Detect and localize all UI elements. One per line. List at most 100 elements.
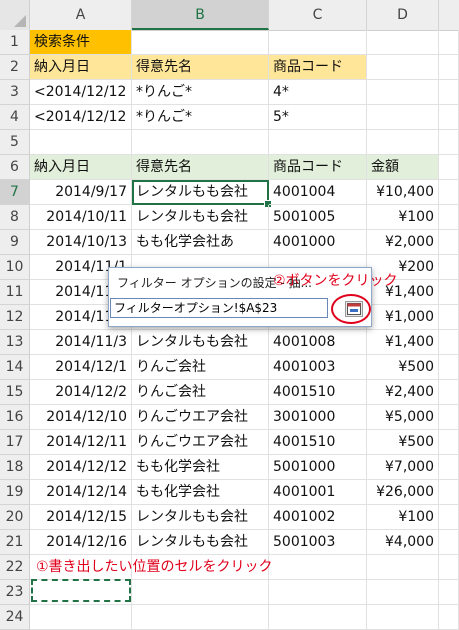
cell-d6[interactable]: 金額 <box>367 155 439 180</box>
cell-c20[interactable]: 4001002 <box>269 505 367 530</box>
cell-b4[interactable]: *りんご* <box>132 105 269 130</box>
cell-b24[interactable] <box>132 605 269 630</box>
cell-a17[interactable]: 2014/12/11 <box>30 430 132 455</box>
cell-d8[interactable]: ¥100 <box>367 205 439 230</box>
cell-b17[interactable]: りんごウエア会社 <box>132 430 269 455</box>
cell-a21[interactable]: 2014/12/16 <box>30 530 132 555</box>
cell-a8[interactable]: 2014/10/11 <box>30 205 132 230</box>
cell-e16[interactable] <box>439 405 459 430</box>
cell-d1[interactable] <box>367 30 439 55</box>
cell-a16[interactable]: 2014/12/10 <box>30 405 132 430</box>
cell-c4[interactable]: 5* <box>269 105 367 130</box>
column-header-a[interactable]: A <box>30 0 132 30</box>
cell-e23[interactable] <box>439 580 459 605</box>
cell-a6[interactable]: 納入月日 <box>30 155 132 180</box>
cell-c9[interactable]: 4001000 <box>269 230 367 255</box>
cell-b13[interactable]: レンタルもも会社 <box>132 330 269 355</box>
cell-e8[interactable] <box>439 205 459 230</box>
cell-d16[interactable]: ¥5,000 <box>367 405 439 430</box>
cell-a1[interactable]: 検索条件 <box>30 30 132 55</box>
cell-a7[interactable]: 2014/9/17 <box>30 180 132 205</box>
cell-c18[interactable]: 5001000 <box>269 455 367 480</box>
cell-a19[interactable]: 2014/12/14 <box>30 480 132 505</box>
cell-c14[interactable]: 4001003 <box>269 355 367 380</box>
cell-b21[interactable]: レンタルもも会社 <box>132 530 269 555</box>
cell-d22[interactable] <box>367 555 439 580</box>
row-header[interactable]: 10 <box>0 255 30 280</box>
cell-e5[interactable] <box>439 130 459 155</box>
cell-c3[interactable]: 4* <box>269 80 367 105</box>
row-header[interactable]: 17 <box>0 430 30 455</box>
row-header[interactable]: 19 <box>0 480 30 505</box>
cell-e3[interactable] <box>439 80 459 105</box>
cell-b18[interactable]: もも化学会社 <box>132 455 269 480</box>
cell-c1[interactable] <box>269 30 367 55</box>
cell-d19[interactable]: ¥26,000 <box>367 480 439 505</box>
cell-e24[interactable] <box>439 605 459 630</box>
cell-e2[interactable] <box>439 55 459 80</box>
row-header[interactable]: 6 <box>0 155 30 180</box>
cell-d2[interactable] <box>367 55 439 80</box>
cell-e7[interactable] <box>439 180 459 205</box>
cell-e15[interactable] <box>439 380 459 405</box>
cell-c22[interactable] <box>269 555 367 580</box>
row-header[interactable]: 2 <box>0 55 30 80</box>
cell-c8[interactable]: 5001005 <box>269 205 367 230</box>
cell-a18[interactable]: 2014/12/12 <box>30 455 132 480</box>
cell-d24[interactable] <box>367 605 439 630</box>
cell-b2[interactable]: 得意先名 <box>132 55 269 80</box>
cell-b1[interactable] <box>132 30 269 55</box>
cell-d15[interactable]: ¥2,400 <box>367 380 439 405</box>
row-header[interactable]: 12 <box>0 305 30 330</box>
cell-d9[interactable]: ¥2,000 <box>367 230 439 255</box>
cell-a4[interactable]: <2014/12/12 <box>30 105 132 130</box>
cell-b3[interactable]: *りんご* <box>132 80 269 105</box>
cell-d18[interactable]: ¥7,000 <box>367 455 439 480</box>
cell-c19[interactable]: 4001001 <box>269 480 367 505</box>
cell-a20[interactable]: 2014/12/15 <box>30 505 132 530</box>
row-header[interactable]: 20 <box>0 505 30 530</box>
cell-a13[interactable]: 2014/11/3 <box>30 330 132 355</box>
cell-c17[interactable]: 4001510 <box>269 430 367 455</box>
cell-b5[interactable] <box>132 130 269 155</box>
row-header[interactable]: 15 <box>0 380 30 405</box>
cell-d5[interactable] <box>367 130 439 155</box>
cell-b14[interactable]: りんご会社 <box>132 355 269 380</box>
cell-e19[interactable] <box>439 480 459 505</box>
row-header[interactable]: 22 <box>0 555 30 580</box>
cell-a24[interactable] <box>30 605 132 630</box>
cell-d13[interactable]: ¥1,400 <box>367 330 439 355</box>
cell-a5[interactable] <box>30 130 132 155</box>
cell-e21[interactable] <box>439 530 459 555</box>
cell-e11[interactable] <box>439 280 459 305</box>
cell-b23[interactable] <box>132 580 269 605</box>
cell-c16[interactable]: 3001000 <box>269 405 367 430</box>
row-header[interactable]: 21 <box>0 530 30 555</box>
column-header-d[interactable]: D <box>367 0 439 30</box>
cell-b7[interactable]: レンタルもも会社 <box>132 180 272 208</box>
cell-d4[interactable] <box>367 105 439 130</box>
cell-e13[interactable] <box>439 330 459 355</box>
cell-d14[interactable]: ¥500 <box>367 355 439 380</box>
cell-c7[interactable]: 4001004 <box>269 180 367 205</box>
cell-c23[interactable] <box>269 580 367 605</box>
cell-d23[interactable] <box>367 580 439 605</box>
cell-e17[interactable] <box>439 430 459 455</box>
row-header[interactable]: 13 <box>0 330 30 355</box>
row-header[interactable]: 7 <box>0 180 30 205</box>
cell-e18[interactable] <box>439 455 459 480</box>
cell-b9[interactable]: もも化学会社あ <box>132 230 269 255</box>
cell-a9[interactable]: 2014/10/13 <box>30 230 132 255</box>
cell-c5[interactable] <box>269 130 367 155</box>
column-header-b[interactable]: B <box>132 0 269 30</box>
cell-d7[interactable]: ¥10,400 <box>367 180 439 205</box>
row-header[interactable]: 11 <box>0 280 30 305</box>
cell-d20[interactable]: ¥100 <box>367 505 439 530</box>
row-header[interactable]: 9 <box>0 230 30 255</box>
cell-d3[interactable] <box>367 80 439 105</box>
cell-a3[interactable]: <2014/12/12 <box>30 80 132 105</box>
row-header[interactable]: 8 <box>0 205 30 230</box>
cell-e20[interactable] <box>439 505 459 530</box>
cell-e14[interactable] <box>439 355 459 380</box>
cell-c15[interactable]: 4001510 <box>269 380 367 405</box>
